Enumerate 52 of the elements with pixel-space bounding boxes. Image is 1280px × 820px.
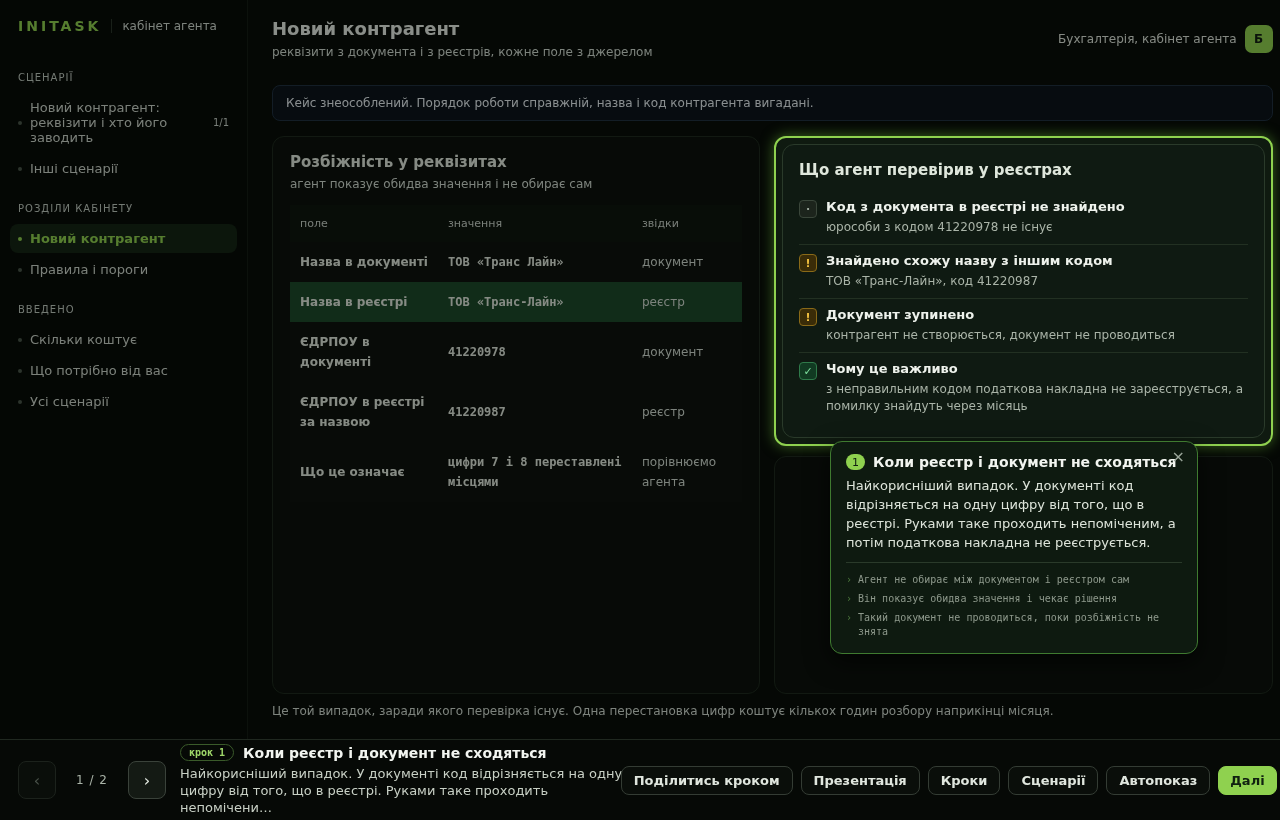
avatar[interactable]: Б <box>1244 24 1273 53</box>
caption-text: Це той випадок, заради якого перевірка існує. Одна перестановка цифр коштує кількох годин розбору наприкінці місяця. <box>272 704 1055 718</box>
section-heading: ВВЕДЕНО <box>17 304 76 315</box>
check-title: Документ зупинено <box>826 307 976 322</box>
status-icon: ! <box>799 308 817 326</box>
sidebar-item[interactable]: Інші сценарії <box>10 154 237 183</box>
status-icon: ! <box>799 254 817 272</box>
toolbar-button[interactable]: Автопоказ <box>1106 765 1211 795</box>
sidebar-item[interactable]: Правила і пороги <box>10 255 237 284</box>
sidebar-item[interactable]: Скільки коштує <box>10 325 237 354</box>
sidebar-subtitle: кабінет агента <box>111 19 217 33</box>
card-title: Що агент перевірив у реєстрах <box>799 161 1073 179</box>
toolbar-button[interactable]: Презентація <box>800 765 920 795</box>
check-title: Чому це важливо <box>826 361 959 376</box>
section-heading: РОЗДІЛИ КАБІНЕТУ <box>17 203 135 214</box>
step-counter: 1 / 2 <box>75 773 109 787</box>
check-text: контрагент не створюється, документ не проводиться <box>826 327 1175 344</box>
bullet-icon: › <box>846 611 853 639</box>
page-subtitle: реквізити з документа і з реєстрів, кожне поле з джерелом <box>272 45 653 59</box>
page-title: Новий контрагент <box>272 18 461 39</box>
table-cell: Назва в реєстрі <box>290 282 438 322</box>
point-text: Агент не обирає між документом і реєстром сам <box>858 573 1129 587</box>
check-text: юрособи з кодом 41220978 не існує <box>826 219 1054 236</box>
card-title: Розбіжність у реквізитах <box>290 153 508 171</box>
sidebar-item[interactable]: Новий контрагент: реквізити і хто його заводить 1/1 <box>10 93 237 152</box>
user-label: Бухгалтерія, кабінет агента <box>1058 31 1237 46</box>
section-heading: СЦЕНАРІЇ <box>17 72 75 83</box>
check-title: Код з документа в реєстрі не знайдено <box>826 199 1125 214</box>
sidebar-item[interactable]: Що потрібно від вас <box>10 356 237 385</box>
toolbar-button[interactable]: Кроки <box>927 765 1001 795</box>
logo[interactable]: INITASK <box>18 18 102 34</box>
popover-text: Найкорисніший випадок. У документі код відрізняється на одну цифру від того, що в реєстрі. Руками таке проходить непоміченим, а потім податкова накладна не реєструється. <box>846 476 1182 563</box>
status-icon: · <box>799 200 817 218</box>
card-subtitle: агент показує обидва значення і не обирає сам <box>290 177 594 191</box>
table-cell: ТОВ «Транс-Лайн» <box>438 282 632 322</box>
bullet-icon: › <box>846 573 853 587</box>
toolbar-button[interactable]: Сценарії <box>1008 765 1099 795</box>
bullet-icon: › <box>846 592 853 606</box>
check-text: ТОВ «Транс-Лайн», код 41220987 <box>826 273 1039 290</box>
point-text: Такий документ не проводиться, поки розбіжність не знята <box>858 611 1161 639</box>
toolbar-button[interactable]: Далі <box>1218 765 1277 795</box>
check-title: Знайдено схожу назву з іншим кодом <box>826 253 1113 268</box>
step-title: Коли реєстр і документ не сходяться <box>243 744 547 761</box>
notice-banner: Кейс знеособлений. Порядок роботи справжній, назва і код контрагента вигадані. <box>272 85 1273 121</box>
check-text: з неправильним кодом податкова накладна не зареєструється, а помилку знайдуть через місяць <box>826 381 1245 415</box>
table-cell: реєстр <box>632 282 742 322</box>
status-icon: ✓ <box>799 362 817 380</box>
sidebar-item[interactable]: Новий контрагент <box>10 224 237 253</box>
next-button[interactable]: › <box>127 761 166 799</box>
step-number: 1 <box>846 454 865 470</box>
point-text: Він показує обидва значення і чекає рішення <box>858 592 1117 606</box>
sidebar-item[interactable]: Усі сценарії <box>10 387 237 416</box>
